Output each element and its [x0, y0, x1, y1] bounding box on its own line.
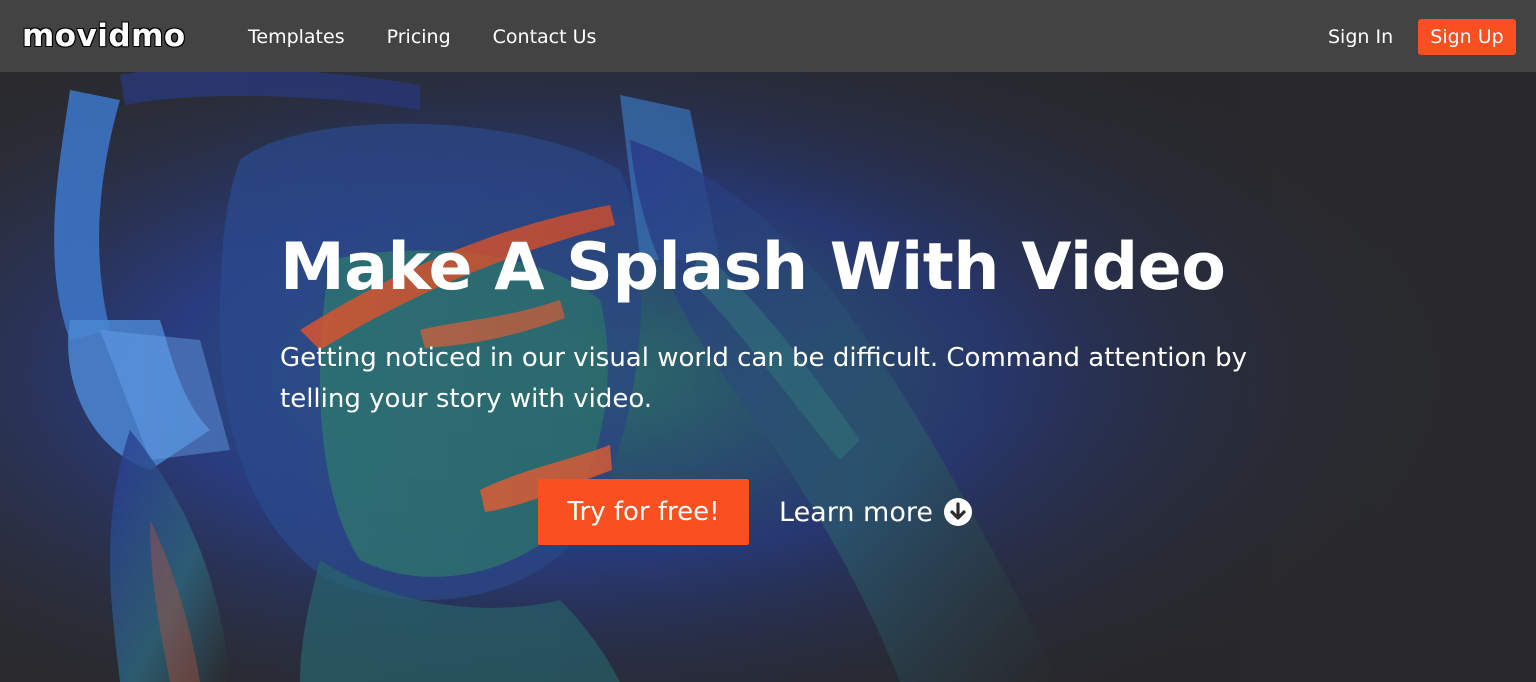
learn-more-label: Learn more: [779, 496, 933, 528]
learn-more-link[interactable]: Learn more: [779, 491, 973, 533]
top-navbar: movidmo Templates Pricing Contact Us Sig…: [0, 0, 1536, 72]
hero-headline: Make A Splash With Video: [280, 230, 1226, 305]
nav-link-pricing[interactable]: Pricing: [387, 22, 451, 52]
sign-in-link[interactable]: Sign In: [1328, 22, 1393, 52]
try-for-free-button[interactable]: Try for free!: [538, 479, 749, 545]
nav-link-templates[interactable]: Templates: [248, 22, 345, 52]
landing-page: movidmo Templates Pricing Contact Us Sig…: [0, 0, 1536, 682]
arrow-down-circle-icon: [943, 497, 973, 527]
brand-logo[interactable]: movidmo: [22, 16, 186, 56]
nav-link-contact-us[interactable]: Contact Us: [493, 22, 597, 52]
primary-nav: Templates Pricing Contact Us: [248, 22, 638, 52]
hero-subheadline: Getting noticed in our visual world can …: [280, 343, 1248, 414]
sign-up-button[interactable]: Sign Up: [1418, 19, 1516, 55]
